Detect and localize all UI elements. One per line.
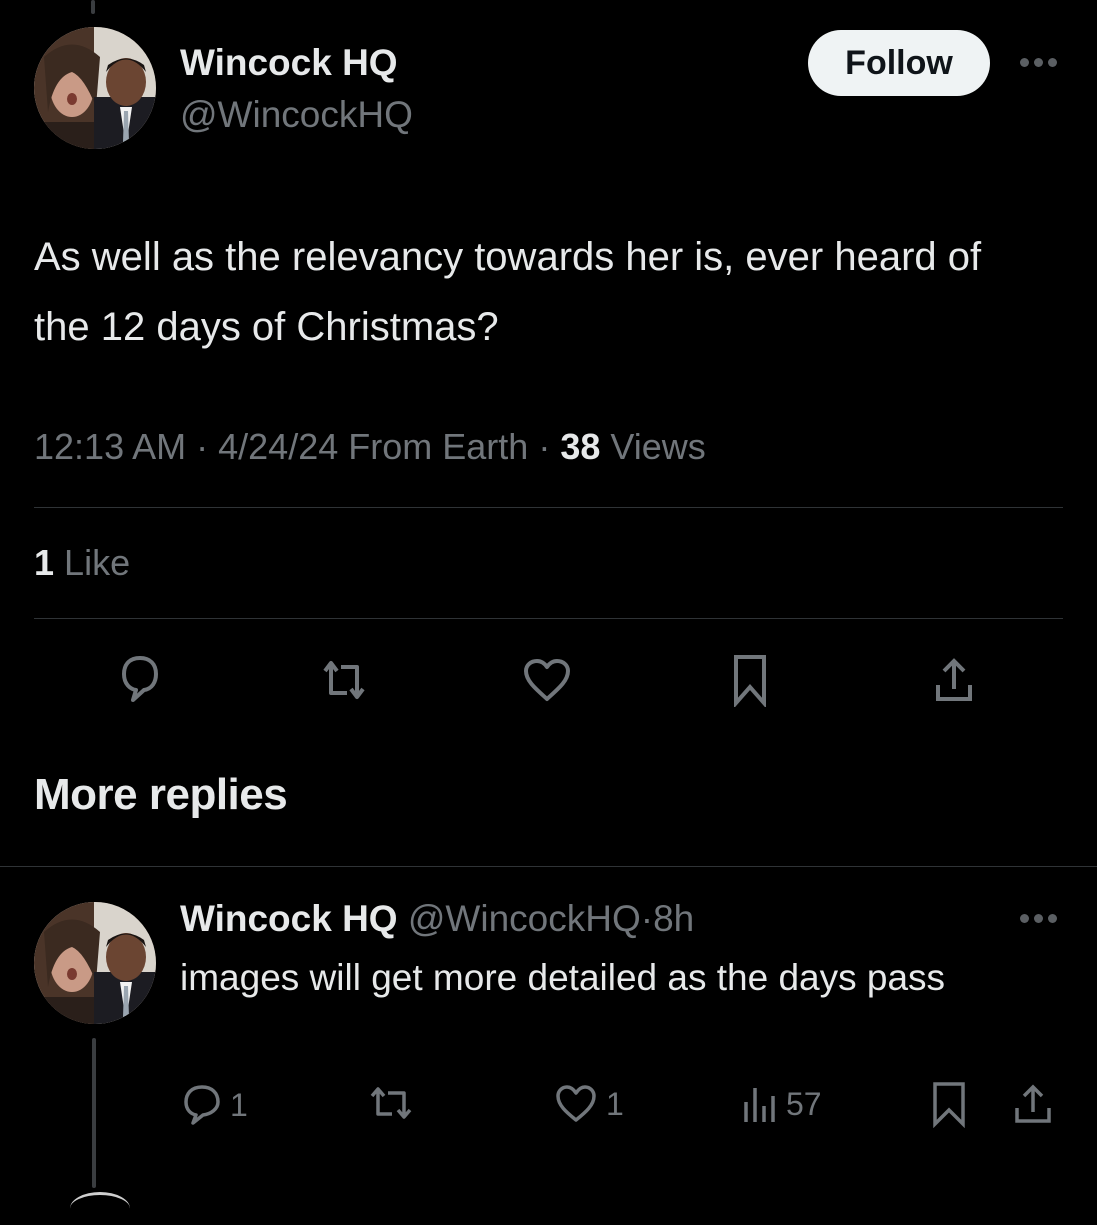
tweet-date[interactable]: 4/24/24 xyxy=(218,426,338,467)
divider xyxy=(34,618,1063,619)
repost-icon xyxy=(323,661,365,699)
more-dots-icon-dot xyxy=(1034,58,1043,67)
reply-views-button[interactable]: 57 xyxy=(742,1084,822,1124)
divider xyxy=(34,507,1063,508)
reply-header: Wincock HQ @WincockHQ·8h xyxy=(180,898,694,940)
more-dots-icon-dot xyxy=(1034,914,1043,923)
likes-count: 1 xyxy=(34,542,55,583)
meta-separator: · xyxy=(196,426,209,467)
tweet-source: From Earth xyxy=(348,426,529,467)
reply-handle[interactable]: @WincockHQ xyxy=(408,898,641,939)
meta-separator: · xyxy=(538,426,551,467)
avatar-photo xyxy=(34,902,156,1024)
tweet-meta: 12:13 AM · 4/24/24 From Earth · 38 Views xyxy=(34,426,706,468)
reply-bubble-icon xyxy=(122,656,158,702)
view-count: 57 xyxy=(786,1085,822,1122)
reply-age[interactable]: 8h xyxy=(653,898,694,939)
more-dots-icon-dot xyxy=(1048,58,1057,67)
likes-summary[interactable]: 1 Like xyxy=(34,542,130,584)
more-options-button[interactable] xyxy=(1020,58,1057,67)
follow-button[interactable]: Follow xyxy=(808,30,990,96)
bookmark-icon xyxy=(933,1082,965,1128)
reply-button[interactable] xyxy=(110,650,170,710)
tweet-time[interactable]: 12:13 AM xyxy=(34,426,186,467)
reply-bubble-icon xyxy=(184,1085,220,1125)
author-handle[interactable]: @WincockHQ xyxy=(180,94,413,136)
more-dots-icon xyxy=(1020,914,1029,923)
like-button[interactable] xyxy=(517,650,577,710)
heart-icon xyxy=(556,1085,596,1122)
reply-repost-button[interactable] xyxy=(366,1084,424,1124)
repost-icon xyxy=(370,1087,412,1119)
divider xyxy=(0,866,1097,867)
heart-icon xyxy=(524,659,570,701)
author-avatar[interactable] xyxy=(34,27,156,149)
repost-button[interactable] xyxy=(312,650,376,710)
reply-author-avatar[interactable] xyxy=(34,902,156,1024)
thread-connector xyxy=(92,1038,96,1188)
author-display-name[interactable]: Wincock HQ xyxy=(180,42,398,84)
views-label: Views xyxy=(610,426,706,467)
more-replies-heading: More replies xyxy=(34,770,288,819)
bookmark-icon xyxy=(734,655,766,707)
share-button[interactable] xyxy=(924,650,984,710)
bookmark-button[interactable] xyxy=(720,650,780,710)
reply-bookmark-button[interactable] xyxy=(930,1080,968,1128)
reply-action-bar: 1 1 57 xyxy=(182,1080,1062,1130)
avatar-photo xyxy=(34,27,156,149)
reply-count: 1 xyxy=(230,1086,248,1123)
more-dots-icon xyxy=(1020,58,1029,67)
views-chart-icon xyxy=(744,1088,775,1122)
reply-text: images will get more detailed as the day… xyxy=(180,957,946,998)
like-count: 1 xyxy=(606,1085,624,1122)
reply-like-button[interactable]: 1 xyxy=(554,1084,624,1124)
share-icon xyxy=(936,658,972,701)
reply-reply-button[interactable]: 1 xyxy=(182,1084,248,1126)
views-count: 38 xyxy=(560,426,601,467)
reply-display-name[interactable]: Wincock HQ xyxy=(180,898,398,939)
thread-connector-top xyxy=(91,0,95,14)
next-reply-avatar-partial xyxy=(70,1192,130,1225)
reply-separator: · xyxy=(640,898,654,939)
tweet-text: As well as the relevancy towards her is,… xyxy=(34,235,982,349)
more-dots-icon-dot xyxy=(1048,914,1057,923)
share-icon xyxy=(1015,1084,1051,1123)
reply-more-options-button[interactable] xyxy=(1020,914,1057,923)
reply-share-button[interactable] xyxy=(1012,1082,1054,1126)
likes-label: Like xyxy=(64,542,131,583)
